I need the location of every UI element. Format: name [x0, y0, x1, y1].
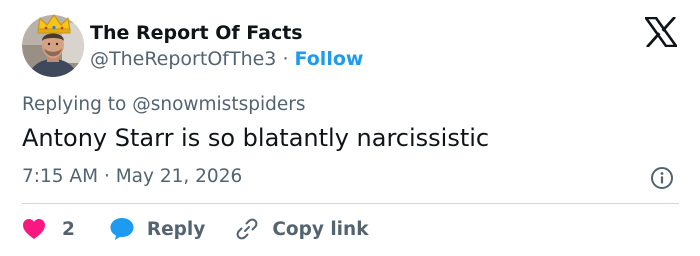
author-name[interactable]: The Report Of Facts	[90, 20, 363, 46]
like-button[interactable]: 2	[22, 218, 75, 240]
divider	[22, 203, 679, 204]
info-icon[interactable]	[650, 166, 674, 190]
author-handle-row: @TheReportOfThe3 · Follow	[90, 46, 363, 72]
link-icon[interactable]	[235, 217, 259, 241]
replying-to-handle[interactable]: @snowmistspiders	[132, 94, 305, 115]
speech-bubble-icon[interactable]	[109, 217, 135, 241]
follow-button[interactable]: Follow	[295, 48, 364, 70]
tweet-card: The Report Of Facts @TheReportOfThe3 · F…	[0, 0, 700, 256]
copy-link-label[interactable]: Copy link	[272, 219, 368, 240]
replying-to-line: Replying to @snowmistspiders	[22, 92, 305, 118]
copy-link-button[interactable]: Copy link	[235, 217, 369, 241]
reply-button[interactable]: Reply	[109, 217, 205, 241]
tweet-date[interactable]: May 21, 2026	[116, 166, 243, 187]
like-count: 2	[62, 218, 75, 240]
tweet-actions: 2 Reply Copy link	[22, 214, 369, 244]
timestamp-separator: ·	[103, 166, 110, 187]
author-block: The Report Of Facts @TheReportOfThe3 · F…	[90, 20, 363, 72]
crown-icon	[37, 14, 71, 34]
tweet-timestamp[interactable]: 7:15 AM · May 21, 2026	[22, 164, 242, 190]
handle-separator: ·	[282, 48, 289, 70]
tweet-time[interactable]: 7:15 AM	[22, 166, 98, 187]
author-handle[interactable]: @TheReportOfThe3	[90, 48, 276, 70]
heart-icon[interactable]	[22, 218, 46, 240]
x-logo-icon[interactable]	[645, 17, 677, 47]
replying-to-label: Replying to	[22, 94, 127, 115]
tweet-text: Antony Starr is so blatantly narcissisti…	[22, 124, 490, 152]
reply-label[interactable]: Reply	[147, 219, 205, 240]
